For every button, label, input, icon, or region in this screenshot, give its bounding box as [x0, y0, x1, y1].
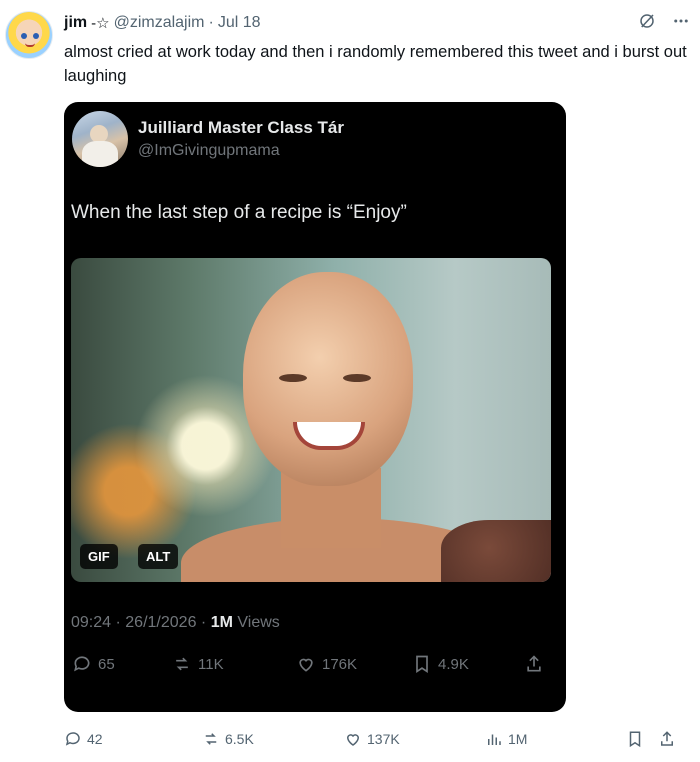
share-icon — [661, 731, 673, 746]
quoted-repost-count: 11K — [198, 655, 224, 673]
separator: · — [208, 14, 214, 31]
name-suffix: -☆ — [91, 15, 110, 32]
bookmark-button[interactable] — [626, 730, 644, 748]
repost-count: 6.5K — [225, 731, 254, 747]
media-figure — [441, 520, 551, 582]
tweet-top-actions — [638, 12, 690, 35]
quoted-media-gif[interactable]: GIF ALT — [71, 258, 551, 582]
user-avatar[interactable] — [5, 11, 53, 59]
quoted-meta: 09:24 · 26/1/2026 · 1M Views — [71, 614, 280, 632]
alt-badge[interactable]: ALT — [138, 544, 179, 569]
bookmark-icon — [416, 655, 428, 674]
like-button[interactable]: 137K — [344, 730, 400, 748]
views-count: 1M — [508, 731, 528, 747]
tweet-action-bar: 42 6.5K 137K 1M — [0, 730, 700, 754]
repost-icon — [176, 657, 188, 671]
tweet-text: almost cried at work today and then i ra… — [64, 43, 687, 85]
grok-icon[interactable] — [638, 12, 656, 35]
quoted-tweet[interactable]: Juilliard Master Class Tár @ImGivingupma… — [64, 102, 566, 712]
heart-icon — [299, 658, 313, 672]
heart-icon — [346, 734, 360, 746]
reply-icon — [65, 732, 80, 746]
repost-icon — [205, 733, 217, 745]
quoted-avatar[interactable] — [72, 111, 128, 167]
meta-separator: · — [115, 614, 126, 631]
quoted-repost-button[interactable]: 11K — [172, 654, 224, 674]
media-eye — [343, 374, 371, 382]
avatar-mouth — [25, 43, 35, 47]
tweet-header: jim -☆ @zimzalajim · Jul 18 — [64, 12, 261, 34]
bookmark-icon — [629, 731, 641, 748]
media-face — [243, 272, 413, 486]
avatar-eye — [21, 33, 27, 39]
like-count: 137K — [367, 731, 400, 747]
quoted-views-count: 1M — [210, 614, 233, 631]
reply-button[interactable]: 42 — [64, 730, 103, 748]
quoted-date: 26/1/2026 — [125, 614, 197, 631]
repost-button[interactable]: 6.5K — [202, 730, 254, 748]
quoted-views-label: Views — [237, 614, 280, 631]
quoted-like-count: 176K — [322, 655, 358, 673]
more-icon[interactable] — [672, 12, 690, 35]
analytics-icon — [488, 734, 501, 745]
quoted-time: 09:24 — [71, 614, 112, 631]
reply-count: 42 — [87, 731, 103, 747]
quoted-handle[interactable]: @ImGivingupmama — [138, 142, 280, 160]
quoted-share-button[interactable] — [524, 654, 544, 674]
quoted-bookmark-count: 4.9K — [438, 655, 469, 673]
meta-separator: · — [200, 614, 211, 631]
avatar-figure — [82, 141, 118, 167]
quoted-reply-button[interactable]: 65 — [72, 654, 115, 674]
media-smile — [293, 422, 365, 450]
quoted-like-button[interactable]: 176K — [296, 654, 357, 674]
views-button[interactable]: 1M — [485, 730, 527, 748]
display-name[interactable]: jim — [64, 14, 87, 32]
share-icon — [527, 655, 541, 672]
quoted-display-name[interactable]: Juilliard Master Class Tár — [138, 118, 344, 138]
reply-icon — [74, 656, 90, 672]
quoted-text: When the last step of a recipe is “Enjoy… — [71, 202, 407, 223]
tweet: jim -☆ @zimzalajim · Jul 18 almost cried… — [0, 0, 700, 762]
quoted-reply-count: 65 — [98, 655, 115, 673]
quoted-action-bar: 65 11K 176K 4.9K — [64, 654, 566, 684]
media-eye — [279, 374, 307, 382]
share-button[interactable] — [658, 730, 676, 748]
gif-badge: GIF — [80, 544, 118, 569]
tweet-date[interactable]: Jul 18 — [218, 14, 261, 32]
avatar-eye — [33, 33, 39, 39]
user-handle[interactable]: @zimzalajim — [114, 14, 205, 32]
quoted-bookmark-button[interactable]: 4.9K — [412, 654, 469, 674]
